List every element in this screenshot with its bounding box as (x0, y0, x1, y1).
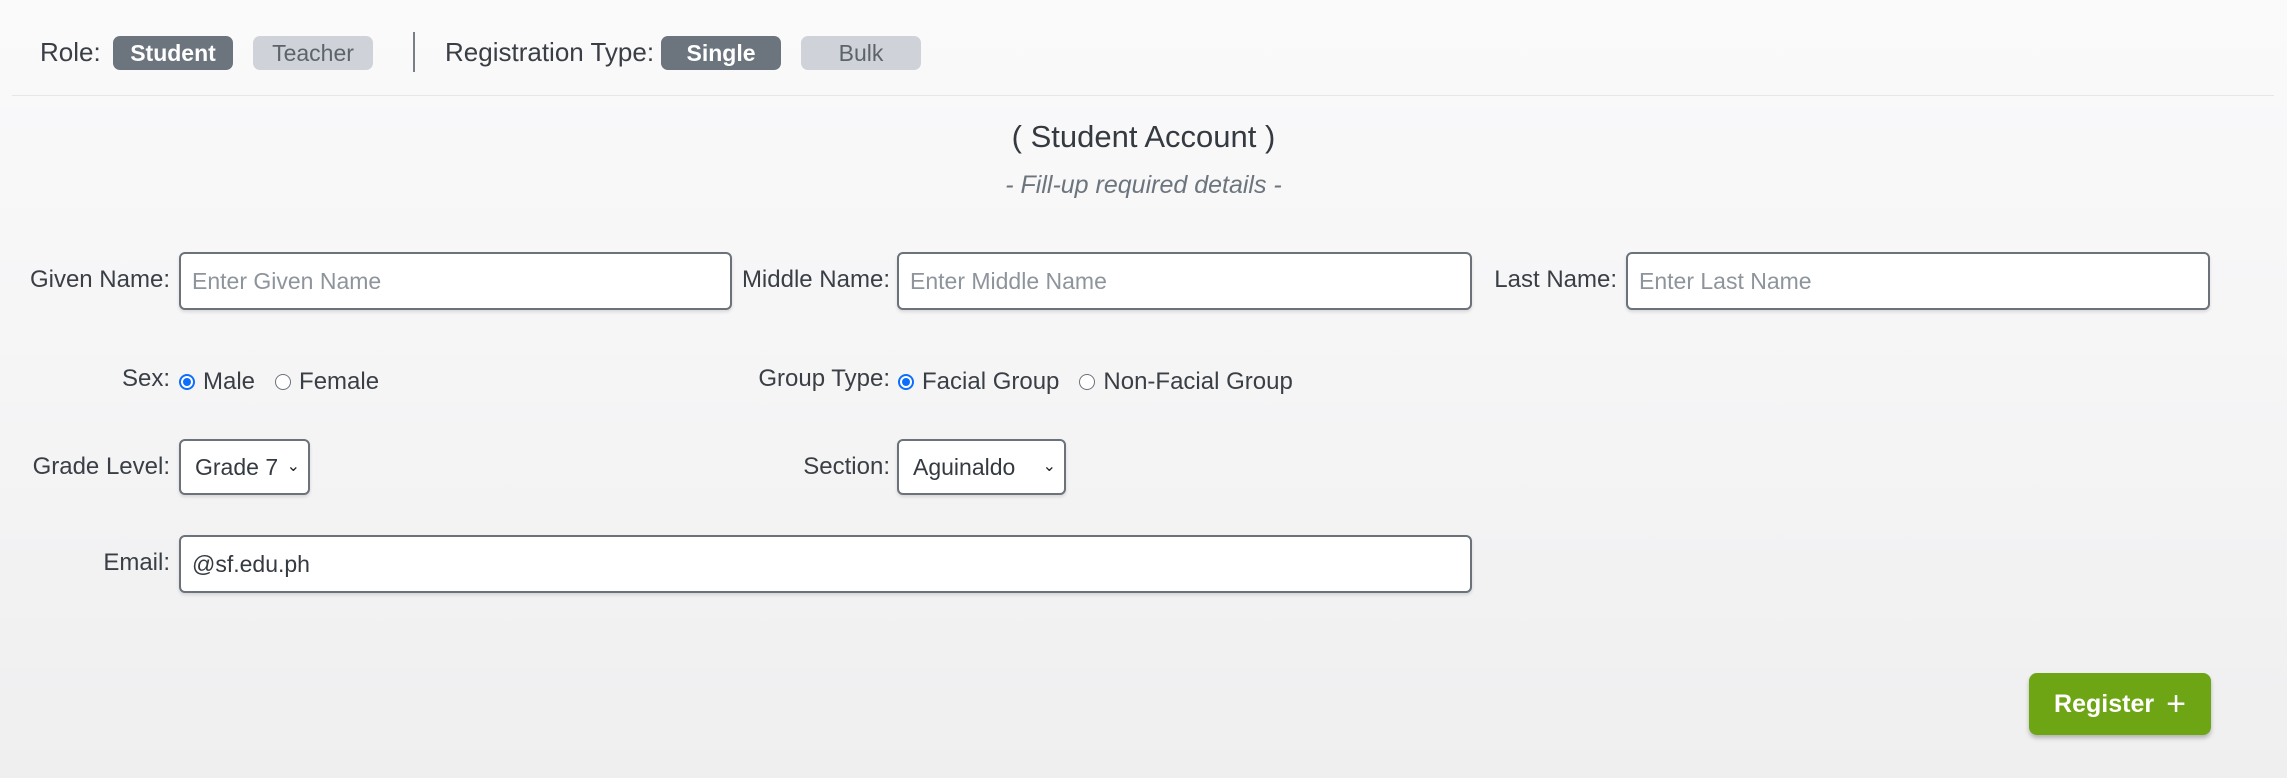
last-name-input[interactable] (1626, 252, 2210, 310)
group-type-radio-group: Facial Group Non-Facial Group (898, 367, 1293, 397)
toolbar-divider (413, 32, 415, 72)
chevron-down-icon: ⌄ (286, 458, 300, 475)
register-label: Register (2054, 689, 2155, 718)
chevron-down-icon: ⌄ (1042, 458, 1056, 475)
sex-male-label: Male (203, 368, 256, 395)
plus-icon: + (2166, 685, 2186, 723)
register-button[interactable]: Register + (2029, 673, 2211, 735)
sex-female-label: Female (299, 368, 380, 395)
section-label: Section: (803, 453, 890, 480)
section-select[interactable]: Aguinaldo ⌄ (897, 439, 1066, 495)
sex-radio-group: Male Female (179, 367, 379, 397)
registration-bulk-button[interactable]: Bulk (801, 36, 921, 70)
grade-level-value: Grade 7 (195, 454, 279, 480)
group-facial-radio[interactable] (898, 374, 914, 390)
sex-female-radio[interactable] (275, 374, 292, 390)
group-facial-label: Facial Group (922, 368, 1060, 395)
sex-label: Sex: (121, 365, 170, 392)
grade-level-select[interactable]: Grade 7 ⌄ (179, 439, 310, 495)
email-input[interactable] (179, 535, 1472, 593)
group-non-facial-label: Non-Facial Group (1103, 368, 1293, 395)
last-name-label: Last Name: (1494, 266, 1617, 293)
registration-single-button[interactable]: Single (661, 36, 781, 70)
role-label: Role: (40, 37, 101, 67)
given-name-input[interactable] (179, 252, 732, 310)
role-teacher-button[interactable]: Teacher (253, 36, 373, 70)
form-subtitle: - Fill-up required details - (1005, 171, 1282, 199)
role-student-button[interactable]: Student (113, 36, 233, 70)
sex-male-radio[interactable] (179, 374, 195, 390)
section-value: Aguinaldo (913, 454, 1016, 480)
top-toolbar: Role: Student Teacher Registration Type:… (12, 0, 2274, 96)
group-non-facial-radio[interactable] (1079, 374, 1096, 390)
grade-level-label: Grade Level: (32, 453, 170, 480)
registration-type-label: Registration Type: (445, 37, 655, 67)
email-label: Email: (103, 549, 170, 576)
form-title: ( Student Account ) (1011, 119, 1276, 154)
given-name-label: Given Name: (29, 266, 170, 293)
middle-name-label: Middle Name: (741, 266, 890, 293)
group-type-label: Group Type: (758, 365, 890, 392)
middle-name-input[interactable] (897, 252, 1472, 310)
